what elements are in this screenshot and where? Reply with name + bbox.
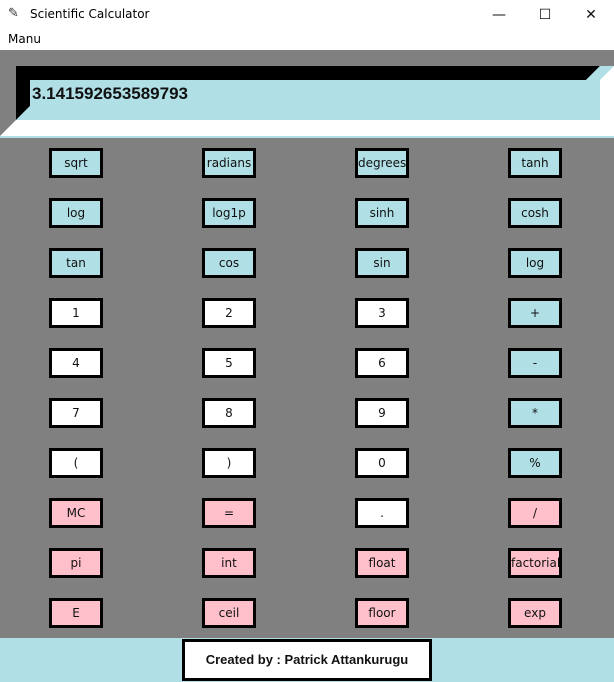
key-button[interactable]: floor bbox=[355, 598, 409, 628]
key-button[interactable]: * bbox=[508, 398, 562, 428]
key-button[interactable]: . bbox=[355, 498, 409, 528]
key-button[interactable]: radians bbox=[202, 148, 256, 178]
key-button[interactable]: - bbox=[508, 348, 562, 378]
key-button[interactable]: 0 bbox=[355, 448, 409, 478]
menu-bar: Manu bbox=[0, 30, 614, 50]
key-button[interactable]: 5 bbox=[202, 348, 256, 378]
window-title: Scientific Calculator bbox=[30, 7, 150, 21]
key-button[interactable]: float bbox=[355, 548, 409, 578]
key-button[interactable]: ( bbox=[49, 448, 103, 478]
key-button[interactable]: log bbox=[508, 248, 562, 278]
key-button[interactable]: degrees bbox=[355, 148, 409, 178]
key-button[interactable]: int bbox=[202, 548, 256, 578]
credit-label: Created by : Patrick Attankurugu bbox=[182, 639, 432, 681]
key-button[interactable]: 7 bbox=[49, 398, 103, 428]
key-button[interactable]: cosh bbox=[508, 198, 562, 228]
key-button[interactable]: 3 bbox=[355, 298, 409, 328]
display-value[interactable]: 3.141592653589793 bbox=[32, 84, 188, 104]
key-button[interactable]: 1 bbox=[49, 298, 103, 328]
key-button[interactable]: = bbox=[202, 498, 256, 528]
display-panel: 3.141592653589793 bbox=[0, 50, 614, 138]
key-button[interactable]: / bbox=[508, 498, 562, 528]
key-button[interactable]: cos bbox=[202, 248, 256, 278]
minimize-button[interactable]: — bbox=[476, 0, 522, 30]
key-button[interactable]: sin bbox=[355, 248, 409, 278]
key-button[interactable]: 8 bbox=[202, 398, 256, 428]
key-button[interactable]: log1p bbox=[202, 198, 256, 228]
key-button[interactable]: tanh bbox=[508, 148, 562, 178]
key-button[interactable]: MC bbox=[49, 498, 103, 528]
close-button[interactable]: ✕ bbox=[568, 0, 614, 30]
footer: Created by : Patrick Attankurugu bbox=[0, 638, 614, 682]
key-button[interactable]: ) bbox=[202, 448, 256, 478]
key-button[interactable]: sinh bbox=[355, 198, 409, 228]
key-button[interactable]: + bbox=[508, 298, 562, 328]
title-bar: ✎ Scientific Calculator — ☐ ✕ bbox=[0, 0, 614, 30]
key-button[interactable]: sqrt bbox=[49, 148, 103, 178]
feather-icon: ✎ bbox=[8, 6, 19, 21]
key-button[interactable]: exp bbox=[508, 598, 562, 628]
key-button[interactable]: E bbox=[49, 598, 103, 628]
key-button[interactable]: % bbox=[508, 448, 562, 478]
key-button[interactable]: ceil bbox=[202, 598, 256, 628]
key-button[interactable]: 6 bbox=[355, 348, 409, 378]
maximize-button[interactable]: ☐ bbox=[522, 0, 568, 30]
key-button[interactable]: 4 bbox=[49, 348, 103, 378]
menu-item-manu[interactable]: Manu bbox=[8, 32, 41, 46]
key-button[interactable]: log bbox=[49, 198, 103, 228]
key-button[interactable]: pi bbox=[49, 548, 103, 578]
key-button[interactable]: factorial bbox=[508, 548, 562, 578]
keypad: sqrt radians degrees tanh log log1p sinh cosh ta… bbox=[0, 138, 614, 638]
key-button[interactable]: 2 bbox=[202, 298, 256, 328]
key-button[interactable]: 9 bbox=[355, 398, 409, 428]
key-button[interactable]: tan bbox=[49, 248, 103, 278]
